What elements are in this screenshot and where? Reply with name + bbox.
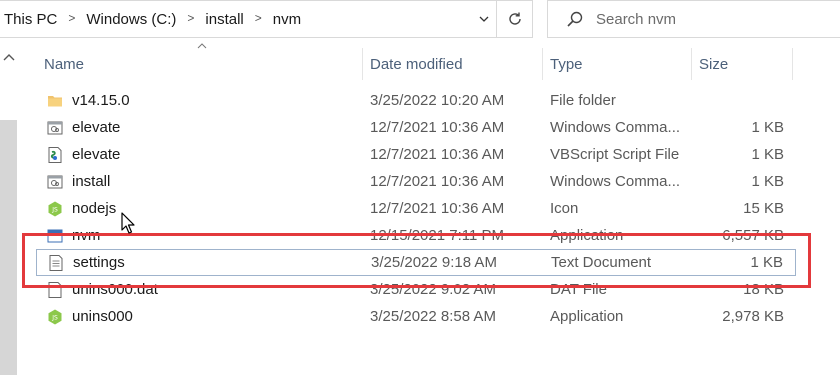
file-name-cell: elevate: [46, 114, 120, 141]
file-name: elevate: [72, 146, 121, 163]
svg-text:JS: JS: [51, 206, 58, 213]
file-size: 1 KB: [751, 146, 784, 163]
file-name-cell: elevate: [46, 141, 120, 168]
chevron-down-icon[interactable]: [478, 13, 490, 25]
file-name-cell: unins000.dat: [46, 276, 158, 303]
file-row[interactable]: v14.15.0 3/25/2022 10:20 AM File folder: [36, 87, 796, 114]
file-size: 1 KB: [750, 254, 783, 271]
file-type: Windows Comma...: [550, 119, 681, 136]
file-name-cell: v14.15.0: [46, 87, 130, 114]
column-date-modified[interactable]: Date modified: [370, 44, 463, 84]
chevron-right-icon[interactable]: >: [244, 11, 273, 25]
file-type: File folder: [550, 92, 616, 109]
file-date: 12/15/2021 7:11 PM: [370, 227, 504, 244]
file-row[interactable]: JS nodejs 12/7/2021 10:36 AM Icon 15 KB: [36, 195, 796, 222]
file-size: 15 KB: [743, 200, 784, 217]
file-date: 12/7/2021 10:36 AM: [370, 200, 505, 217]
file-row[interactable]: JS unins000 3/25/2022 8:58 AM Applicatio…: [36, 303, 796, 330]
folder-icon: [48, 95, 62, 106]
vbscript-icon: [48, 146, 62, 163]
cmd-file-icon: [47, 121, 63, 134]
file-row-selected[interactable]: settings 3/25/2022 9:18 AM Text Document…: [36, 249, 796, 276]
chevron-up-icon: [3, 54, 15, 61]
file-date: 3/25/2022 9:02 AM: [370, 281, 496, 298]
file-name: settings: [73, 254, 125, 271]
file-row[interactable]: nvm 12/15/2021 7:11 PM Application 6,557…: [36, 222, 796, 249]
column-divider[interactable]: [691, 48, 692, 80]
breadcrumb: This PC > Windows (C:) > install > nvm: [0, 1, 301, 37]
file-name: nvm: [72, 227, 101, 244]
file-size: 2,978 KB: [722, 308, 784, 325]
file-size: 1 KB: [751, 173, 784, 190]
file-name: nodejs: [72, 200, 117, 217]
file-size: 6,557 KB: [722, 227, 784, 244]
cmd-file-icon: [47, 175, 63, 188]
file-type: Application: [550, 308, 624, 325]
column-header: Name Date modified Type Size: [36, 43, 796, 84]
file-name-cell: JS nodejs: [46, 195, 116, 222]
file-type: VBScript Script File: [550, 146, 680, 163]
file-row[interactable]: unins000.dat 3/25/2022 9:02 AM DAT File …: [36, 276, 796, 303]
file-row[interactable]: elevate 12/7/2021 10:36 AM VBScript Scri…: [36, 141, 796, 168]
blank-file-icon: [48, 281, 62, 298]
file-size: 18 KB: [743, 281, 784, 298]
file-type: DAT File: [550, 281, 607, 298]
column-divider[interactable]: [542, 48, 543, 80]
column-name[interactable]: Name: [44, 44, 84, 84]
file-name: unins000.dat: [72, 281, 158, 298]
search-icon: [567, 11, 583, 27]
text-document-icon: [49, 254, 63, 271]
chevron-right-icon[interactable]: >: [57, 11, 86, 25]
file-name-cell: JS unins000: [46, 303, 133, 330]
file-type: Windows Comma...: [550, 173, 681, 190]
chevron-right-icon[interactable]: >: [176, 11, 205, 25]
file-date: 3/25/2022 8:58 AM: [370, 308, 496, 325]
file-row[interactable]: install 12/7/2021 10:36 AM Windows Comma…: [36, 168, 796, 195]
file-size: 1 KB: [751, 119, 784, 136]
column-type[interactable]: Type: [550, 44, 583, 84]
file-list: v14.15.0 3/25/2022 10:20 AM File folder …: [36, 87, 796, 330]
scroll-up-button[interactable]: [0, 48, 18, 66]
refresh-icon: [508, 12, 521, 25]
mouse-cursor-icon: [121, 212, 135, 234]
refresh-button[interactable]: [497, 0, 533, 38]
file-name: elevate: [72, 119, 121, 136]
breadcrumb-install[interactable]: install: [205, 11, 243, 28]
file-name: unins000: [72, 308, 133, 325]
address-bar[interactable]: This PC > Windows (C:) > install > nvm: [0, 0, 497, 38]
search-input[interactable]: Search nvm: [596, 11, 676, 28]
file-type: Text Document: [551, 254, 652, 271]
file-name-cell: nvm: [46, 222, 100, 249]
column-size[interactable]: Size: [699, 44, 728, 84]
column-divider[interactable]: [792, 48, 793, 80]
file-date: 3/25/2022 10:20 AM: [370, 92, 505, 109]
nodejs-icon: JS: [48, 201, 62, 216]
sort-ascending-icon: [197, 43, 207, 49]
file-name: v14.15.0: [72, 92, 130, 109]
breadcrumb-windows-c[interactable]: Windows (C:): [86, 11, 176, 28]
scrollbar-thumb[interactable]: [0, 120, 17, 375]
file-name: install: [72, 173, 111, 190]
file-date: 12/7/2021 10:36 AM: [370, 173, 505, 190]
file-date: 3/25/2022 9:18 AM: [371, 254, 497, 271]
svg-text:JS: JS: [51, 314, 58, 321]
file-date: 12/7/2021 10:36 AM: [370, 146, 505, 163]
column-divider[interactable]: [362, 48, 363, 80]
nodejs-icon: JS: [48, 309, 62, 324]
search-box[interactable]: Search nvm: [547, 0, 840, 38]
breadcrumb-this-pc[interactable]: This PC: [4, 11, 57, 28]
file-type: Application: [550, 227, 624, 244]
application-icon: [47, 229, 63, 242]
file-type: Icon: [550, 200, 579, 217]
file-name-cell: settings: [47, 249, 125, 276]
file-name-cell: install: [46, 168, 110, 195]
file-row[interactable]: elevate 12/7/2021 10:36 AM Windows Comma…: [36, 114, 796, 141]
breadcrumb-nvm[interactable]: nvm: [273, 11, 301, 28]
file-date: 12/7/2021 10:36 AM: [370, 119, 505, 136]
